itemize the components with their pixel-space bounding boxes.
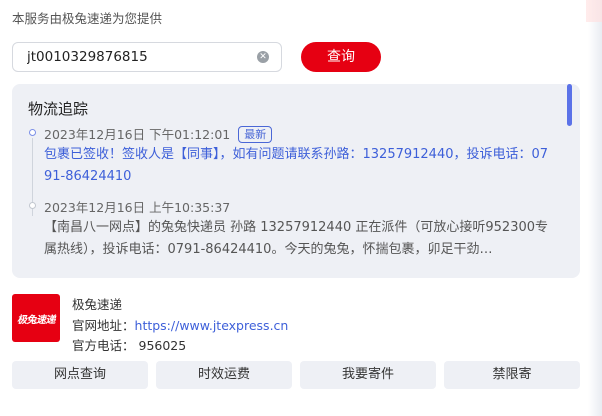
logo-text: 极兔速递 (17, 314, 56, 326)
prohibited-items-button[interactable]: 禁限寄 (444, 361, 580, 389)
express-tracking-card: 本服务由极兔速递为您提供 ✕ 查询 物流追踪 2023年12月16日 下午01:… (0, 0, 586, 405)
website-label: 官网地址： (72, 318, 135, 333)
tracking-number-input[interactable] (27, 49, 247, 65)
event-description-previous: 【南昌八一网点】的兔兔快递员 孙路 13257912440 正在派件（可放心接听… (44, 220, 549, 257)
delivery-time-fee-button[interactable]: 时效运费 (156, 361, 292, 389)
scrollbar-thumb[interactable] (567, 84, 572, 126)
latest-badge: 最新 (238, 126, 273, 143)
query-button[interactable]: 查询 (301, 42, 381, 72)
company-name: 极兔速递 (72, 297, 123, 312)
event-time-latest: 2023年12月16日 下午01:12:01 最新 (44, 124, 273, 143)
timeline-dot-past (29, 202, 36, 209)
website-link[interactable]: https://www.jtexpress.cn (135, 318, 289, 333)
clear-icon[interactable]: ✕ (257, 51, 269, 63)
company-website: 官网地址：https://www.jtexpress.cn (72, 315, 288, 334)
company-phone: 官方电话： 956025 (72, 335, 186, 354)
event-description-latest: 包裹已签收！签收人是【同事】，如有问题请联系孙路：13257912440，投诉电… (44, 147, 549, 184)
tracking-search-box[interactable]: ✕ (12, 42, 282, 72)
outlet-query-button[interactable]: 网点查询 (12, 361, 148, 389)
phone-label: 官方电话： (72, 338, 135, 353)
event-time-previous: 2023年12月16日 上午10:35:37 (44, 200, 231, 215)
phone-number: 956025 (138, 338, 187, 353)
send-package-button[interactable]: 我要寄件 (300, 361, 436, 389)
action-bar: 网点查询 时效运费 我要寄件 禁限寄 (12, 361, 580, 389)
page-edge-shadow (588, 0, 602, 416)
timeline-dot-current (29, 129, 36, 136)
provider-note: 本服务由极兔速递为您提供 (12, 11, 163, 26)
event-time-text: 2023年12月16日 下午01:12:01 (44, 127, 231, 142)
tracking-title: 物流追踪 (28, 100, 89, 118)
tracking-panel[interactable]: 物流追踪 2023年12月16日 下午01:12:01 最新 包裹已签收！签收人… (12, 84, 580, 278)
jt-express-logo: 极兔速递 (12, 294, 60, 342)
